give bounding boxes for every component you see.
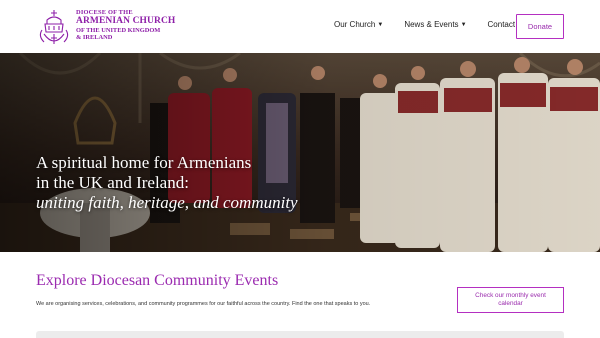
site-logo[interactable]: DIOCESE OF THE ARMENIAN CHURCH OF THE UN… [36, 8, 175, 48]
hero-banner: A spiritual home for Armenians in the UK… [0, 53, 600, 252]
event-calendar-button[interactable]: Check our monthly event calendar [457, 287, 564, 313]
nav-item-our-church[interactable]: Our Church ▼ [334, 20, 383, 29]
hero-heading-line-2: in the UK and Ireland: [36, 173, 189, 192]
events-section-description: We are organising services, celebrations… [36, 301, 371, 307]
diocese-emblem-icon [39, 10, 69, 44]
caret-down-icon: ▼ [460, 21, 467, 28]
hero-heading-line-1: A spiritual home for Armenians [36, 153, 252, 172]
logo-wordmark: DIOCESE OF THE ARMENIAN CHURCH OF THE UN… [76, 8, 175, 42]
nav-item-news-events[interactable]: News & Events ▼ [404, 20, 466, 29]
logo-line-4: & IRELAND [76, 34, 113, 42]
donate-button[interactable]: Donate [516, 14, 564, 39]
nav-item-label: News & Events [404, 20, 459, 29]
events-card-top-edge [36, 331, 564, 338]
hero-heading-tagline: uniting faith, heritage, and community [36, 193, 298, 212]
main-navigation: Our Church ▼ News & Events ▼ Contact ▼ [334, 20, 544, 29]
hero-heading: A spiritual home for Armenians in the UK… [36, 153, 298, 213]
nav-item-label: Our Church [334, 20, 376, 29]
events-section-title: Explore Diocesan Community Events [36, 272, 279, 289]
nav-item-label: Contact [487, 20, 516, 29]
caret-down-icon: ▼ [377, 21, 384, 28]
logo-line-2: ARMENIAN CHURCH [76, 16, 176, 27]
site-header: DIOCESE OF THE ARMENIAN CHURCH OF THE UN… [0, 0, 600, 53]
